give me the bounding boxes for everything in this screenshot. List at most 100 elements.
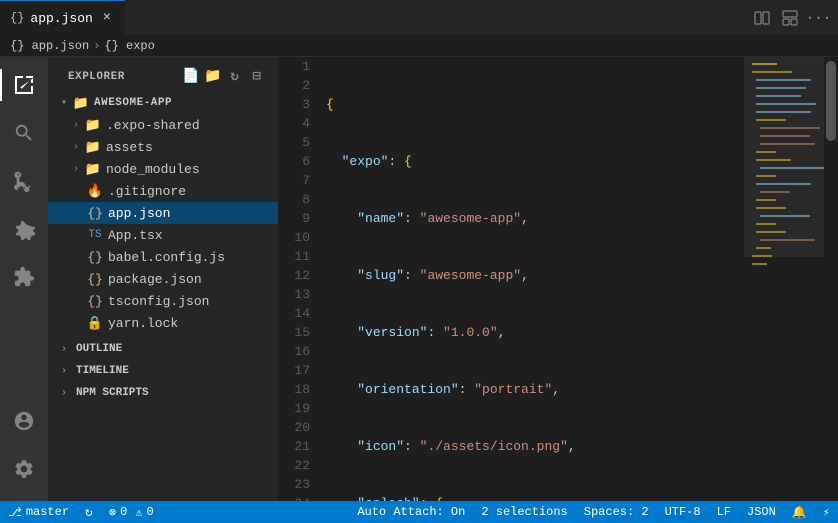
breadcrumb: {} app.json › {} expo (0, 35, 838, 57)
sidebar-item-tsconfig[interactable]: {} tsconfig.json (48, 290, 278, 312)
breadcrumb-file[interactable]: {} app.json (10, 39, 89, 53)
selections-label: 2 selections (481, 505, 567, 519)
spaces-indicator[interactable]: Spaces: 2 (576, 501, 657, 523)
search-activity-icon[interactable] (0, 109, 48, 157)
sidebar-tree: ▾ 📁 AWESOME-APP › 📁 .expo-shared › 📁 ass… (48, 92, 278, 501)
outline-label: OUTLINE (76, 343, 122, 355)
sidebar-item-app-json[interactable]: {} app.json (48, 202, 278, 224)
explorer-activity-icon[interactable] (0, 61, 48, 109)
folder-icon: 📁 (72, 94, 90, 112)
encoding-indicator[interactable]: UTF-8 (657, 501, 709, 523)
status-bar-right: Auto Attach: On 2 selections Spaces: 2 U… (349, 501, 838, 523)
code-area[interactable]: { "expo": { "name": "awesome-app", "slug… (318, 57, 744, 501)
active-tab[interactable]: {} app.json × (0, 0, 125, 35)
language-indicator[interactable]: JSON (739, 501, 784, 523)
sidebar-item-gitignore[interactable]: 🔥 .gitignore (48, 180, 278, 202)
activity-bar-bottom (0, 397, 48, 501)
sidebar-item-assets[interactable]: › 📁 assets (48, 136, 278, 158)
assets-folder-icon: 📁 (84, 138, 102, 156)
expo-shared-label: .expo-shared (106, 118, 200, 133)
package-json-icon: {} (86, 270, 104, 288)
sidebar-item-app-tsx[interactable]: TS App.tsx (48, 224, 278, 246)
sidebar-item-root-folder[interactable]: ▾ 📁 AWESOME-APP (48, 92, 278, 114)
node-modules-arrow-icon: › (68, 161, 84, 177)
new-folder-button[interactable]: 📁 (204, 68, 222, 86)
sidebar-item-yarn-lock[interactable]: 🔒 yarn.lock (48, 312, 278, 334)
sync-button[interactable]: ↻ (77, 501, 101, 523)
collapse-all-button[interactable]: ⊟ (248, 68, 266, 86)
yarn-lock-icon: 🔒 (86, 314, 104, 332)
main-layout: Explorer 📄 📁 ↻ ⊟ ▾ 📁 AWESOME-APP › 📁 .ex… (0, 57, 838, 501)
package-json-label: package.json (108, 272, 202, 287)
sidebar-title: Explorer 📄 📁 ↻ ⊟ (48, 57, 278, 92)
breadcrumb-section[interactable]: {} expo (104, 39, 154, 53)
sidebar-item-package-json[interactable]: {} package.json (48, 268, 278, 290)
tab-file-icon: {} (10, 11, 24, 25)
spaces-label: Spaces: 2 (584, 505, 649, 519)
new-file-button[interactable]: 📄 (182, 68, 200, 86)
sync-icon: ↻ (85, 505, 93, 520)
npm-scripts-section[interactable]: › NPM SCRIPTS (48, 382, 278, 404)
gitignore-label: .gitignore (108, 184, 186, 199)
source-control-activity-icon[interactable] (0, 157, 48, 205)
branch-name: master (26, 505, 69, 519)
notifications-button[interactable]: 🔔 (784, 501, 815, 523)
more-actions-button[interactable]: ··· (806, 6, 830, 30)
sidebar-title-actions: 📄 📁 ↻ ⊟ (182, 68, 266, 86)
auto-attach-label: Auto Attach: On (357, 505, 465, 519)
assets-label: assets (106, 140, 153, 155)
npm-scripts-label: NPM SCRIPTS (76, 387, 149, 399)
sidebar-item-node-modules[interactable]: › 📁 node_modules (48, 158, 278, 180)
babel-config-label: babel.config.js (108, 250, 225, 265)
app-tsx-label: App.tsx (108, 228, 163, 243)
status-bar-left: ⎇ master ↻ ⊗ 0 ⚠ 0 (0, 501, 162, 523)
error-count: 0 (120, 505, 127, 519)
line-ending-indicator[interactable]: LF (709, 501, 739, 523)
settings-activity-icon[interactable] (0, 445, 48, 493)
extensions-activity-icon[interactable] (0, 253, 48, 301)
encoding-label: UTF-8 (665, 505, 701, 519)
root-folder-label: AWESOME-APP (94, 97, 172, 109)
folder-collapsed-arrow-icon: › (68, 117, 84, 133)
npm-scripts-arrow-icon: › (56, 385, 72, 401)
sidebar-item-babel-config[interactable]: {} babel.config.js (48, 246, 278, 268)
refresh-explorer-button[interactable]: ↻ (226, 68, 244, 86)
editor-area: 1 2 3 4 5 6 7 8 9 10 11 12 13 14 15 16 1… (278, 57, 838, 501)
minimap (744, 57, 824, 501)
bell-icon: 🔔 (792, 505, 807, 520)
remote-icon: ⚡ (823, 505, 830, 520)
timeline-section[interactable]: › TIMELINE (48, 360, 278, 382)
timeline-arrow-icon: › (56, 363, 72, 379)
scrollbar-track[interactable] (824, 57, 838, 501)
node-modules-label: node_modules (106, 162, 200, 177)
branch-icon: ⎇ (8, 505, 22, 520)
node-modules-folder-icon: 📁 (84, 160, 102, 178)
outline-arrow-icon: › (56, 341, 72, 357)
layout-button[interactable] (778, 6, 802, 30)
branch-indicator[interactable]: ⎇ master (0, 501, 77, 523)
sidebar-item-expo-shared[interactable]: › 📁 .expo-shared (48, 114, 278, 136)
timeline-label: TIMELINE (76, 365, 129, 377)
account-activity-icon[interactable] (0, 397, 48, 445)
run-activity-icon[interactable] (0, 205, 48, 253)
auto-attach-indicator[interactable]: Auto Attach: On (349, 501, 473, 523)
app-json-icon: {} (86, 204, 104, 222)
sidebar: Explorer 📄 📁 ↻ ⊟ ▾ 📁 AWESOME-APP › 📁 .ex… (48, 57, 278, 501)
selections-indicator[interactable]: 2 selections (473, 501, 575, 523)
gitignore-icon: 🔥 (86, 182, 104, 200)
tab-bar: {} app.json × ··· (0, 0, 838, 35)
language-label: JSON (747, 505, 776, 519)
outline-section[interactable]: › OUTLINE (48, 338, 278, 360)
remote-button[interactable]: ⚡ (815, 501, 838, 523)
status-bar: ⎇ master ↻ ⊗ 0 ⚠ 0 Auto Attach: On 2 sel… (0, 501, 838, 523)
folder-arrow-icon: ▾ (56, 95, 72, 111)
split-editor-button[interactable] (750, 6, 774, 30)
warning-icon: ⚠ (135, 505, 142, 520)
tsx-icon: TS (86, 226, 104, 244)
tab-close-button[interactable]: × (99, 10, 115, 26)
assets-arrow-icon: › (68, 139, 84, 155)
errors-warnings[interactable]: ⊗ 0 ⚠ 0 (101, 501, 162, 523)
editor-content[interactable]: 1 2 3 4 5 6 7 8 9 10 11 12 13 14 15 16 1… (278, 57, 744, 501)
babel-icon: {} (86, 248, 104, 266)
yarn-lock-label: yarn.lock (108, 316, 178, 331)
